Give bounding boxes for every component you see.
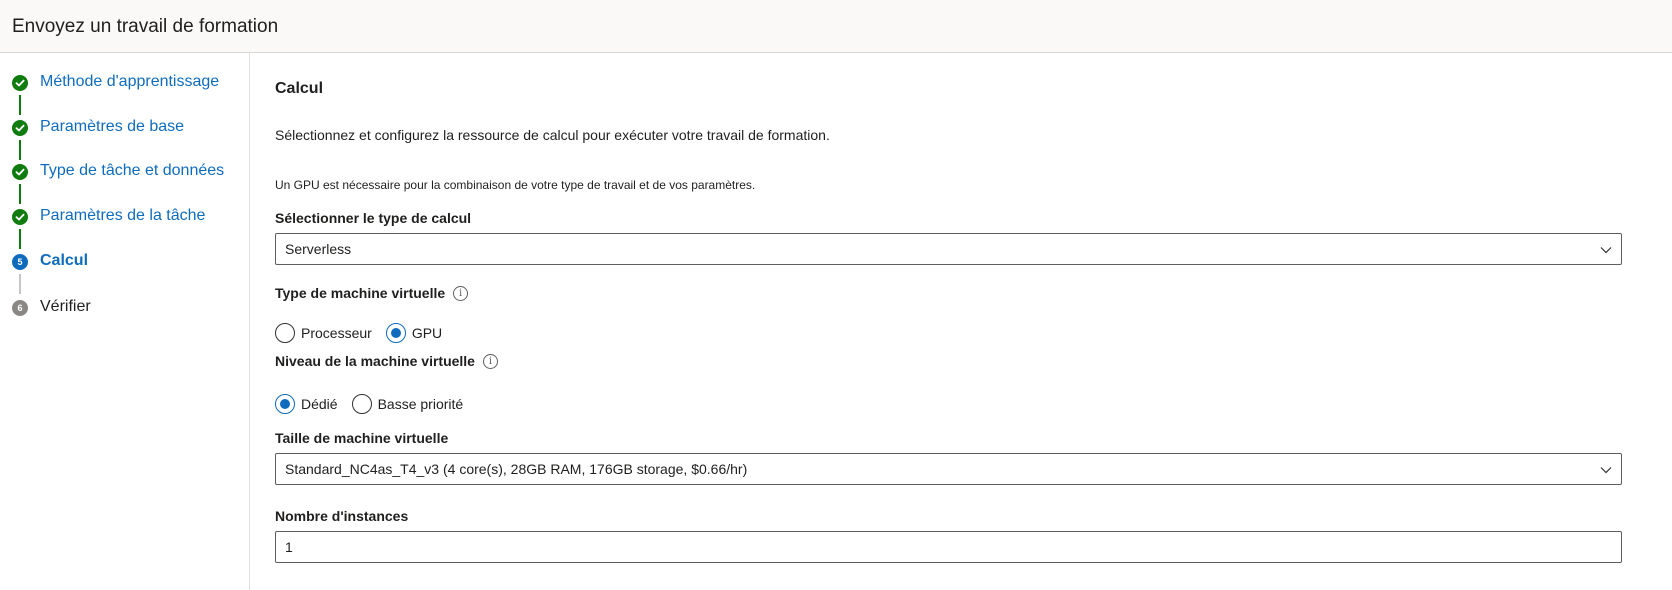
instance-count-input[interactable]: 1: [275, 531, 1622, 563]
step-label: Méthode d'apprentissage: [40, 73, 220, 90]
checkmark-circle-icon: [12, 120, 28, 136]
compute-type-dropdown[interactable]: Serverless: [275, 233, 1622, 265]
step-number-badge: 6: [12, 300, 28, 316]
vm-size-dropdown[interactable]: Standard_NC4as_T4_v3 (4 core(s), 28GB RA…: [275, 453, 1622, 485]
step-label: Calcul: [40, 252, 89, 269]
vm-size-value: Standard_NC4as_T4_v3 (4 core(s), 28GB RA…: [285, 461, 748, 477]
vm-type-gpu-radio[interactable]: GPU: [385, 323, 442, 343]
gpu-requirement-note: Un GPU est nécessaire pour la combinaiso…: [275, 178, 756, 192]
step-basic-settings[interactable]: Paramètres de base: [0, 114, 250, 142]
step-label: Paramètres de la tâche: [40, 207, 206, 224]
checkmark-circle-icon: [12, 209, 28, 225]
page-title: Envoyez un travail de formation: [12, 16, 279, 37]
radio-indicator: [275, 323, 295, 343]
info-icon[interactable]: i: [482, 353, 498, 369]
radio-indicator: [275, 394, 295, 414]
instance-count-value: 1: [285, 539, 293, 555]
chevron-down-icon: [1600, 247, 1612, 254]
wizard-steps-nav: Méthode d'apprentissage Paramètres de ba…: [0, 53, 250, 590]
vm-size-label: Taille de machine virtuelle: [275, 430, 449, 446]
radio-indicator: [385, 323, 406, 343]
step-connector: [19, 274, 21, 294]
chevron-down-icon: [1600, 467, 1612, 474]
vm-priority-label: Niveau de la machine virtuelle i: [275, 353, 498, 369]
vm-priority-low-radio[interactable]: Basse priorité: [351, 394, 463, 414]
step-connector: [19, 229, 21, 249]
checkmark-circle-icon: [12, 164, 28, 180]
section-description: Sélectionnez et configurez la ressource …: [275, 127, 830, 143]
step-number-badge: 5: [12, 254, 28, 270]
vm-priority-radio-group: Dédié Basse priorité: [275, 393, 477, 415]
vm-type-radio-group: Processeur GPU: [275, 322, 456, 344]
compute-type-label: Sélectionner le type de calcul: [275, 210, 472, 226]
compute-form: Calcul Sélectionnez et configurez la res…: [251, 53, 1672, 590]
step-task-settings[interactable]: Paramètres de la tâche: [0, 203, 250, 231]
page-header: Envoyez un travail de formation: [0, 0, 1672, 53]
step-compute[interactable]: 5 Calcul: [0, 248, 250, 276]
step-label: Paramètres de base: [40, 118, 185, 135]
vm-type-cpu-radio[interactable]: Processeur: [275, 323, 372, 343]
step-task-type-data[interactable]: Type de tâche et données: [0, 158, 250, 186]
section-title: Calcul: [275, 80, 324, 97]
step-label: Type de tâche et données: [40, 162, 225, 179]
step-connector: [19, 184, 21, 204]
vm-type-label: Type de machine virtuelle i: [275, 285, 469, 301]
info-icon[interactable]: i: [453, 285, 469, 301]
step-connector: [19, 95, 21, 115]
checkmark-circle-icon: [12, 75, 28, 91]
step-review[interactable]: 6 Vérifier: [0, 294, 250, 322]
radio-indicator: [351, 394, 372, 414]
step-learning-method[interactable]: Méthode d'apprentissage: [0, 69, 250, 97]
step-label: Vérifier: [40, 298, 91, 315]
vm-priority-dedicated-radio[interactable]: Dédié: [275, 394, 338, 414]
compute-type-value: Serverless: [285, 241, 352, 257]
step-connector: [19, 140, 21, 160]
instance-count-label: Nombre d'instances: [275, 508, 409, 524]
